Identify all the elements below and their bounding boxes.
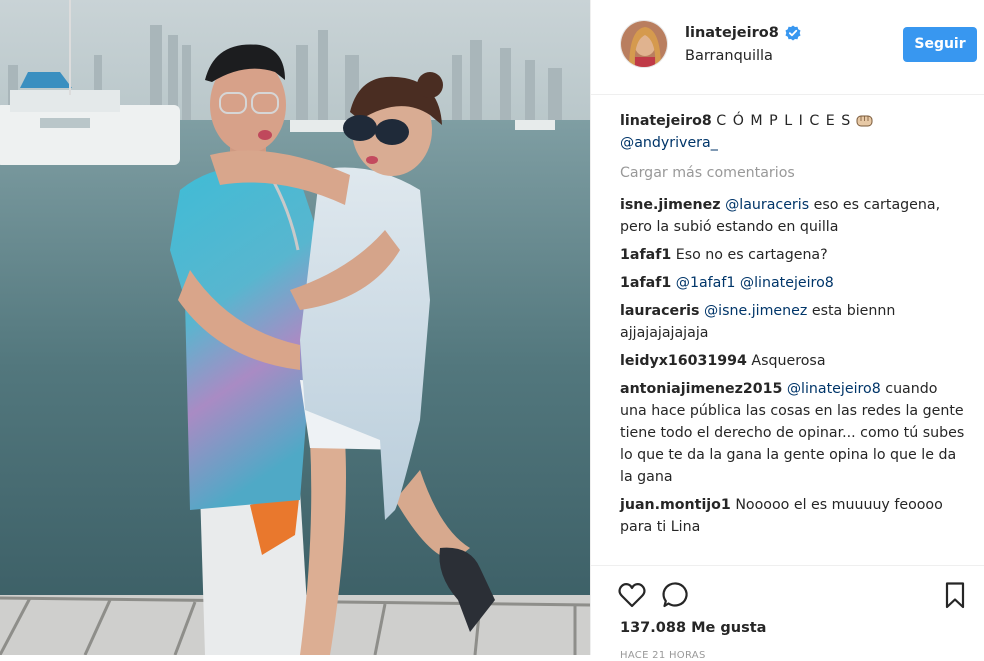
post-location[interactable]: Barranquilla — [685, 48, 773, 64]
caption-username[interactable]: linatejeiro8 — [620, 113, 712, 129]
comment-item: 1afaf1 Eso no es cartagena? — [620, 244, 965, 266]
post-photo[interactable] — [0, 0, 590, 655]
avatar[interactable] — [620, 20, 668, 68]
comment-item: leidyx16031994 Asquerosa — [620, 350, 965, 372]
post-header: linatejeiro8 Barranquilla Seguir — [591, 0, 984, 95]
comment-username[interactable]: leidyx16031994 — [620, 353, 747, 369]
likes-count[interactable]: 137.088 Me gusta — [620, 620, 766, 636]
comment-item: isne.jimenez @lauraceris eso es cartagen… — [620, 194, 965, 238]
instagram-post: linatejeiro8 Barranquilla Seguir linatej… — [0, 0, 984, 661]
comment-item: lauraceris @isne.jimenez esta biennn ajj… — [620, 300, 965, 344]
load-more-comments[interactable]: Cargar más comentarios — [620, 162, 965, 184]
couple-on-pier-image — [0, 0, 590, 655]
comment-mention[interactable]: @lauraceris — [725, 197, 809, 213]
comment-mention[interactable]: @isne.jimenez — [704, 303, 807, 319]
comment-username[interactable]: 1afaf1 — [620, 247, 671, 263]
post-actions: 137.088 Me gusta HACE 21 HORAS — [591, 565, 984, 661]
caption-mention[interactable]: @andyrivera_ — [620, 135, 718, 151]
post-side-panel: linatejeiro8 Barranquilla Seguir linatej… — [590, 0, 984, 661]
comment-item: juan.montijo1 Nooooo el es muuuuy feoooo… — [620, 494, 965, 538]
comment-mention[interactable]: @1afaf1 @linatejeiro8 — [676, 275, 834, 291]
caption-text: C Ó M P L I C E S — [716, 113, 852, 129]
comment-bubble-icon[interactable] — [661, 580, 691, 610]
post-caption: linatejeiro8 C Ó M P L I C E S @andyrive… — [620, 110, 965, 154]
comment-mention[interactable]: @linatejeiro8 — [787, 381, 881, 397]
avatar-image — [621, 21, 667, 67]
comment-username[interactable]: antoniajimenez2015 — [620, 381, 782, 397]
comment-item: 1afaf1 @1afaf1 @linatejeiro8 — [620, 272, 965, 294]
comment-text: Asquerosa — [751, 353, 826, 369]
comment-item: antoniajimenez2015 @linatejeiro8 cuando … — [620, 378, 965, 488]
comment-username[interactable]: juan.montijo1 — [620, 497, 731, 513]
post-timestamp[interactable]: HACE 21 HORAS — [620, 650, 706, 661]
verified-badge-icon — [785, 25, 801, 41]
fist-emoji-icon — [856, 112, 873, 127]
bookmark-icon[interactable] — [940, 580, 970, 610]
heart-outline-icon[interactable] — [617, 580, 647, 610]
comment-username[interactable]: lauraceris — [620, 303, 699, 319]
comment-text: Eso no es cartagena? — [675, 247, 828, 263]
follow-button[interactable]: Seguir — [903, 27, 977, 62]
comment-username[interactable]: isne.jimenez — [620, 197, 721, 213]
author-line: linatejeiro8 — [685, 25, 801, 41]
comments-list: linatejeiro8 C Ó M P L I C E S @andyrive… — [620, 110, 965, 544]
author-username[interactable]: linatejeiro8 — [685, 25, 779, 41]
comment-username[interactable]: 1afaf1 — [620, 275, 671, 291]
